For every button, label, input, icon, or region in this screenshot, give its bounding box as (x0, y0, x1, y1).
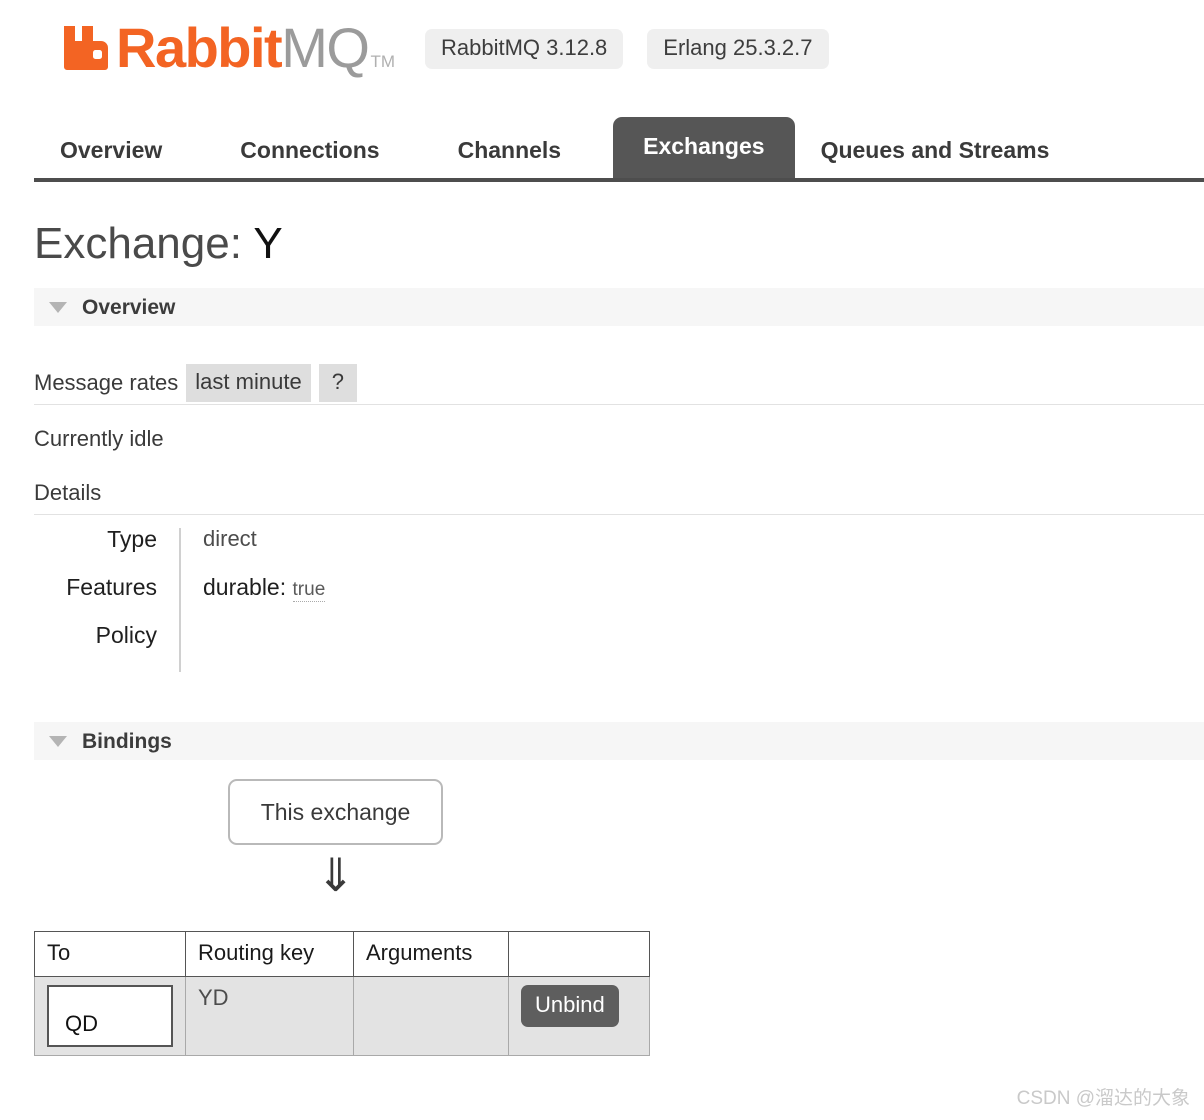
divider-under-rates (34, 404, 1204, 405)
bindings-table-body: QD YD Unbind (34, 976, 650, 1056)
cell-routing-key: YD (185, 976, 354, 1056)
divider-under-details (34, 514, 1204, 515)
bindings-header-row: To Routing key Arguments (34, 931, 650, 977)
app-header: RabbitMQ TM RabbitMQ 3.12.8 Erlang 25.3.… (0, 0, 1204, 104)
binding-destination-queue[interactable]: QD (47, 985, 173, 1047)
message-rates-label: Message rates (34, 370, 179, 395)
badge-rabbitmq-version: RabbitMQ 3.12.8 (424, 29, 624, 69)
details-value-cell-features: durable: true (179, 576, 674, 624)
tab-connections[interactable]: Connections (214, 125, 405, 178)
section-header-overview[interactable]: Overview (34, 288, 1204, 326)
section-header-bindings[interactable]: Bindings (34, 722, 1204, 760)
feature-value-durable: true (292, 579, 326, 602)
chevron-down-icon (49, 301, 67, 313)
cell-arguments (353, 976, 509, 1056)
section-header-bindings-label: Bindings (82, 729, 172, 753)
cell-actions: Unbind (508, 976, 650, 1056)
logo-trademark: TM (370, 52, 395, 71)
column-header-arguments[interactable]: Arguments (353, 931, 509, 977)
page-title-prefix: Exchange: (34, 219, 242, 268)
rates-help-icon[interactable]: ? (318, 364, 357, 402)
details-value-cell-policy (179, 624, 674, 672)
column-header-routing-key[interactable]: Routing key (185, 931, 354, 977)
section-header-overview-label: Overview (82, 295, 176, 319)
csdn-watermark: CSDN @溜达的大象 (1016, 1088, 1190, 1109)
details-key-policy: Policy (95, 622, 157, 648)
logo-rabbit-text: Rabbit (116, 16, 283, 79)
chevron-down-icon (49, 735, 67, 747)
binding-arrow-down-icon: ⇓ (316, 848, 355, 902)
message-rates-row: Message rates last minute ? (34, 364, 357, 402)
tab-overview[interactable]: Overview (34, 125, 188, 178)
column-header-to[interactable]: To (34, 931, 186, 977)
this-exchange-box[interactable]: This exchange (228, 779, 443, 845)
tab-exchanges[interactable]: Exchanges (613, 117, 795, 178)
rates-period-selector[interactable]: last minute (186, 364, 311, 402)
main-nav: Overview Connections Channels Exchanges … (34, 117, 1204, 182)
details-key-features: Features (66, 574, 157, 600)
column-header-actions (508, 931, 650, 977)
details-row-features: Features durable: true (34, 576, 674, 624)
bindings-table-head: To Routing key Arguments (34, 931, 650, 977)
tab-channels[interactable]: Channels (432, 125, 588, 178)
rabbitmq-logo[interactable]: RabbitMQ TM (60, 20, 395, 84)
details-value-cell-type: direct (179, 528, 674, 576)
details-row-policy: Policy (34, 624, 674, 672)
rabbit-logo-icon (60, 22, 112, 74)
details-value-type: direct (203, 526, 257, 551)
details-table: Type direct Features durable: true Polic… (34, 528, 674, 672)
details-key-type: Type (107, 526, 157, 552)
tab-queues-and-streams[interactable]: Queues and Streams (795, 125, 1076, 178)
idle-status-text: Currently idle (34, 426, 164, 451)
version-badges: RabbitMQ 3.12.8 Erlang 25.3.2.7 (424, 29, 829, 69)
table-row: QD YD Unbind (34, 976, 650, 1056)
logo-mq-text: MQ (281, 16, 370, 79)
details-label: Details (34, 480, 102, 505)
feature-name-durable: durable: (203, 574, 287, 600)
bindings-table: To Routing key Arguments QD YD Unbind (34, 931, 650, 1056)
page-title: Exchange: Y (34, 222, 283, 266)
logo-wordmark: RabbitMQ (116, 20, 370, 76)
details-row-type: Type direct (34, 528, 674, 576)
unbind-button[interactable]: Unbind (521, 985, 619, 1027)
cell-to: QD (34, 976, 186, 1056)
page-title-value: Y (253, 219, 283, 268)
badge-erlang-version: Erlang 25.3.2.7 (647, 29, 829, 69)
details-value-features: durable: true (203, 574, 674, 602)
